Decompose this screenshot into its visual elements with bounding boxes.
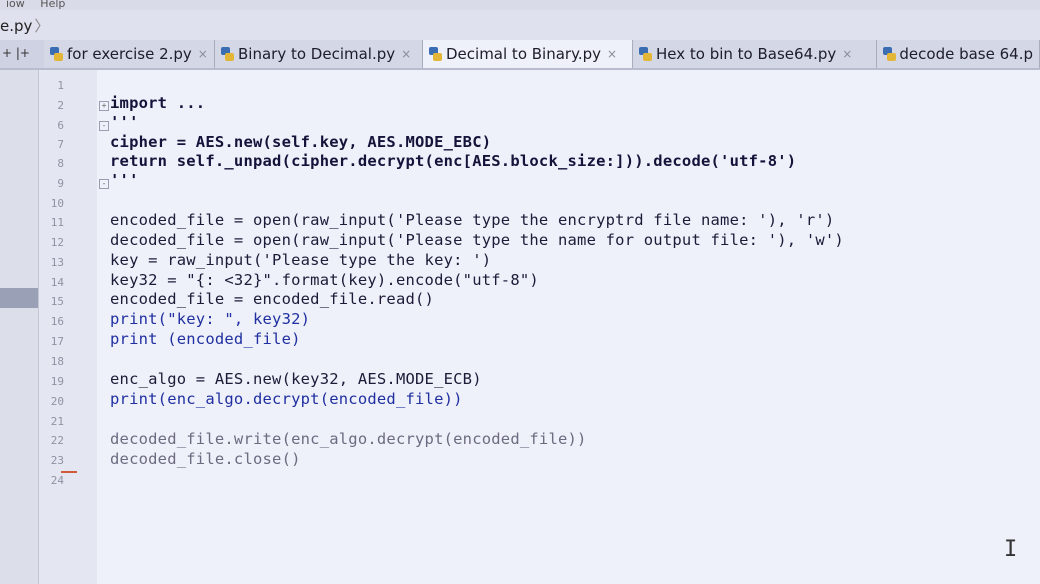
tab-controls[interactable]: + |+	[2, 46, 30, 60]
fold-expand-icon[interactable]: +	[99, 101, 109, 111]
code-line: key32 = "{: <32}".format(key).encode("ut…	[110, 271, 539, 289]
tab-for-exercise-2[interactable]: for exercise 2.py ×	[44, 40, 215, 68]
line-number: 14	[50, 276, 64, 289]
tab-label: Decimal to Binary.py	[446, 45, 601, 63]
code-line: print("key: ", key32)	[110, 310, 311, 328]
code-line: cipher = AES.new(self.key, AES.MODE_EBC)	[110, 133, 492, 151]
tab-decode-base-64[interactable]: decode base 64.p	[877, 40, 1040, 68]
code-line: '''	[110, 113, 139, 131]
chevron-right-icon: 〉	[34, 17, 50, 35]
project-side-strip	[0, 70, 39, 584]
line-number: 8	[57, 157, 64, 170]
close-icon[interactable]: ×	[607, 40, 617, 68]
code-line: encoded_file = open(raw_input('Please ty…	[110, 211, 835, 229]
change-marker	[61, 471, 77, 473]
tab-label: Binary to Decimal.py	[238, 45, 396, 63]
line-number: 13	[50, 256, 64, 269]
breadcrumb: e.py 〉	[0, 10, 1040, 41]
code-line: import ...	[110, 94, 206, 112]
menu-item-window[interactable]: iow	[0, 0, 31, 10]
breadcrumb-file[interactable]: e.py	[0, 17, 32, 35]
python-file-icon	[221, 47, 234, 61]
close-icon[interactable]: ×	[842, 40, 852, 68]
menu-bar: iow Help	[0, 0, 1040, 10]
python-file-icon	[639, 47, 652, 61]
line-number: 7	[57, 138, 64, 151]
code-line: return self._unpad(cipher.decrypt(enc[AE…	[110, 152, 797, 170]
line-number: 15	[50, 295, 64, 308]
code-line: encoded_file = encoded_file.read()	[110, 290, 435, 308]
tab-binary-to-decimal[interactable]: Binary to Decimal.py ×	[215, 40, 423, 68]
line-number: 23	[50, 454, 64, 467]
code-line: decoded_file.write(enc_algo.decrypt(enco…	[110, 430, 587, 448]
code-line: key = raw_input('Please type the key: ')	[110, 251, 492, 269]
code-line: print(enc_algo.decrypt(encoded_file))	[110, 390, 463, 408]
code-line: print (encoded_file)	[110, 330, 301, 348]
line-number: 2	[57, 99, 64, 112]
close-icon[interactable]: ×	[198, 40, 208, 68]
line-number: 21	[50, 415, 64, 428]
text-cursor-icon: I	[1004, 537, 1018, 562]
code-line: enc_algo = AES.new(key32, AES.MODE_ECB)	[110, 370, 482, 388]
line-number: 11	[50, 216, 64, 229]
line-number: 6	[57, 119, 64, 132]
line-number: 19	[50, 375, 64, 388]
python-file-icon	[883, 47, 897, 61]
line-number: 9	[57, 177, 64, 190]
python-file-icon	[50, 47, 63, 61]
python-file-icon	[429, 47, 442, 61]
line-number: 16	[50, 315, 64, 328]
line-number: 20	[50, 395, 64, 408]
fold-collapse-icon[interactable]: -	[99, 121, 109, 131]
editor-tab-bar: + |+ for exercise 2.py × Binary to Decim…	[0, 40, 1040, 70]
tab-label: decode base 64.p	[899, 45, 1033, 63]
tab-decimal-to-binary[interactable]: Decimal to Binary.py ×	[423, 40, 633, 68]
line-number: 17	[50, 335, 64, 348]
code-line: decoded_file.close()	[110, 450, 301, 468]
tab-label: Hex to bin to Base64.py	[656, 45, 837, 63]
line-number: 10	[50, 197, 64, 210]
fold-collapse-icon[interactable]: -	[99, 179, 109, 189]
code-line: '''	[110, 171, 139, 189]
code-line: decoded_file = open(raw_input('Please ty…	[110, 231, 844, 249]
project-selection-marker	[0, 288, 38, 308]
close-icon[interactable]: ×	[401, 40, 411, 68]
tab-hex-to-bin-to-base64[interactable]: Hex to bin to Base64.py ×	[633, 40, 877, 68]
tab-label: for exercise 2.py	[67, 45, 192, 63]
line-number: 12	[50, 236, 64, 249]
line-number: 18	[50, 355, 64, 368]
line-number: 24	[50, 474, 64, 487]
line-number: 1	[57, 79, 64, 92]
line-number: 22	[50, 434, 64, 447]
menu-item-help[interactable]: Help	[34, 0, 71, 10]
